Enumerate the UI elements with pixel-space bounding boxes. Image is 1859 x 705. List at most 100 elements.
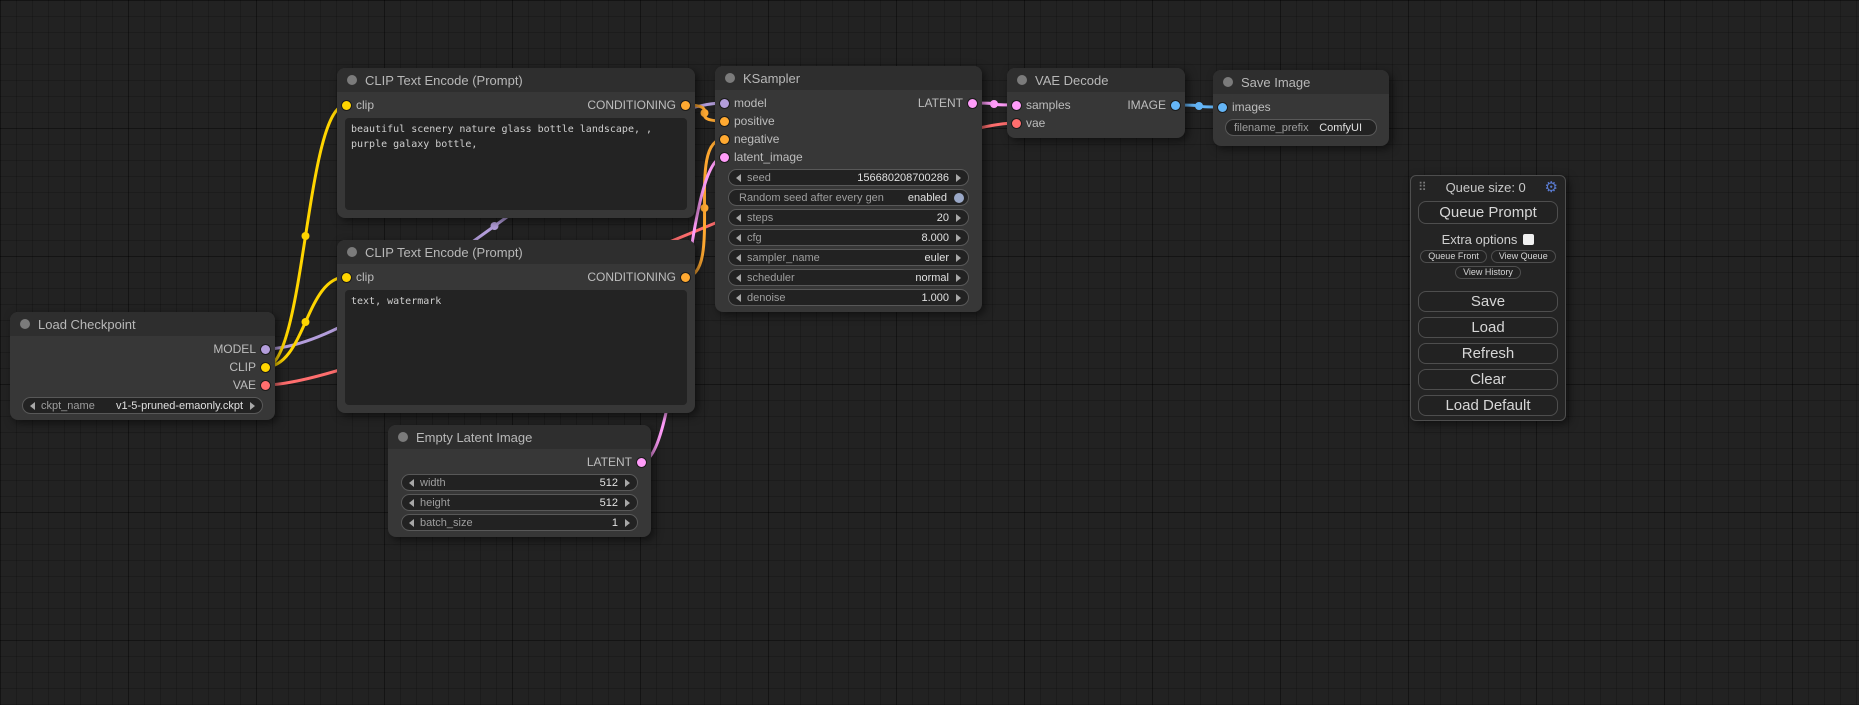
input-slot-model[interactable]: model	[720, 94, 767, 112]
positive-input-dot-icon[interactable]	[720, 117, 729, 126]
widget-ckpt-name[interactable]: ckpt_name v1-5-pruned-emaonly.ckpt	[22, 397, 263, 414]
widget-denoise[interactable]: denoise 1.000	[728, 289, 969, 306]
vae-input-dot-icon[interactable]	[1012, 119, 1021, 128]
decrement-arrow-icon[interactable]	[409, 499, 414, 507]
decrement-arrow-icon[interactable]	[736, 294, 741, 302]
latent-image-input-dot-icon[interactable]	[720, 153, 729, 162]
save-button[interactable]: Save	[1418, 291, 1558, 312]
increment-arrow-icon[interactable]	[250, 402, 255, 410]
node-vae-decode[interactable]: VAE Decode samples IMAGE vae	[1007, 68, 1185, 138]
increment-arrow-icon[interactable]	[956, 274, 961, 282]
vae-output-dot-icon[interactable]	[261, 381, 270, 390]
conditioning-output-dot-icon[interactable]	[681, 101, 690, 110]
decrement-arrow-icon[interactable]	[30, 402, 35, 410]
settings-gear-icon[interactable]: ⚙	[1545, 180, 1558, 195]
refresh-button[interactable]: Refresh	[1418, 343, 1558, 364]
decrement-arrow-icon[interactable]	[736, 214, 741, 222]
decrement-arrow-icon[interactable]	[736, 274, 741, 282]
increment-arrow-icon[interactable]	[956, 174, 961, 182]
input-slot-clip[interactable]: clip	[342, 268, 374, 286]
queue-prompt-button[interactable]: Queue Prompt	[1418, 201, 1558, 224]
node-empty-latent-image[interactable]: Empty Latent Image LATENT width 512 heig…	[388, 425, 651, 537]
node-clip-text-encode-negative[interactable]: CLIP Text Encode (Prompt) clip CONDITION…	[337, 240, 695, 413]
widget-seed[interactable]: seed 156680208700286	[728, 169, 969, 186]
widget-scheduler[interactable]: scheduler normal	[728, 269, 969, 286]
negative-input-dot-icon[interactable]	[720, 135, 729, 144]
node-titlebar[interactable]: CLIP Text Encode (Prompt)	[337, 68, 695, 92]
increment-arrow-icon[interactable]	[956, 214, 961, 222]
extra-options-checkbox[interactable]	[1523, 234, 1534, 245]
node-titlebar[interactable]: CLIP Text Encode (Prompt)	[337, 240, 695, 264]
clip-input-dot-icon[interactable]	[342, 273, 351, 282]
input-slot-positive[interactable]: positive	[720, 112, 775, 130]
output-slot-model[interactable]: MODEL	[213, 340, 270, 358]
widget-batch-size[interactable]: batch_size 1	[401, 514, 638, 531]
widget-steps[interactable]: steps 20	[728, 209, 969, 226]
output-slot-latent[interactable]: LATENT	[587, 453, 646, 471]
node-graph-canvas[interactable]: Load Checkpoint MODEL CLIP VAE	[0, 0, 1859, 705]
input-slot-clip[interactable]: clip	[342, 96, 374, 114]
collapse-dot-icon[interactable]	[347, 75, 357, 85]
widget-height[interactable]: height 512	[401, 494, 638, 511]
queue-front-button[interactable]: Queue Front	[1420, 250, 1487, 263]
increment-arrow-icon[interactable]	[956, 294, 961, 302]
output-slot-vae[interactable]: VAE	[233, 376, 270, 394]
clear-button[interactable]: Clear	[1418, 369, 1558, 390]
node-ksampler[interactable]: KSampler model LATENT positive	[715, 66, 982, 312]
collapse-dot-icon[interactable]	[1017, 75, 1027, 85]
decrement-arrow-icon[interactable]	[409, 479, 414, 487]
decrement-arrow-icon[interactable]	[736, 234, 741, 242]
node-clip-text-encode-positive[interactable]: CLIP Text Encode (Prompt) clip CONDITION…	[337, 68, 695, 218]
collapse-dot-icon[interactable]	[1223, 77, 1233, 87]
widget-width[interactable]: width 512	[401, 474, 638, 491]
input-slot-vae[interactable]: vae	[1012, 114, 1045, 132]
collapse-dot-icon[interactable]	[347, 247, 357, 257]
drag-handle-icon[interactable]: ⠿	[1418, 180, 1427, 194]
output-slot-conditioning[interactable]: CONDITIONING	[587, 268, 690, 286]
clip-output-dot-icon[interactable]	[261, 363, 270, 372]
increment-arrow-icon[interactable]	[625, 499, 630, 507]
node-titlebar[interactable]: Empty Latent Image	[388, 425, 651, 449]
node-titlebar[interactable]: VAE Decode	[1007, 68, 1185, 92]
node-titlebar[interactable]: KSampler	[715, 66, 982, 90]
image-output-dot-icon[interactable]	[1171, 101, 1180, 110]
collapse-dot-icon[interactable]	[398, 432, 408, 442]
clip-input-dot-icon[interactable]	[342, 101, 351, 110]
decrement-arrow-icon[interactable]	[736, 254, 741, 262]
toggle-knob-icon[interactable]	[954, 193, 964, 203]
prompt-textarea[interactable]: text, watermark	[345, 290, 687, 405]
input-slot-negative[interactable]: negative	[720, 130, 779, 148]
widget-cfg[interactable]: cfg 8.000	[728, 229, 969, 246]
increment-arrow-icon[interactable]	[625, 479, 630, 487]
prompt-textarea[interactable]: beautiful scenery nature glass bottle la…	[345, 118, 687, 210]
view-history-button[interactable]: View History	[1455, 266, 1521, 279]
node-titlebar[interactable]: Save Image	[1213, 70, 1389, 94]
view-queue-button[interactable]: View Queue	[1491, 250, 1556, 263]
increment-arrow-icon[interactable]	[625, 519, 630, 527]
output-slot-image[interactable]: IMAGE	[1127, 96, 1180, 114]
widget-sampler-name[interactable]: sampler_name euler	[728, 249, 969, 266]
input-slot-samples[interactable]: samples	[1012, 96, 1071, 114]
increment-arrow-icon[interactable]	[956, 254, 961, 262]
node-titlebar[interactable]: Load Checkpoint	[10, 312, 275, 336]
load-default-button[interactable]: Load Default	[1418, 395, 1558, 416]
output-slot-clip[interactable]: CLIP	[229, 358, 270, 376]
conditioning-output-dot-icon[interactable]	[681, 273, 690, 282]
samples-input-dot-icon[interactable]	[1012, 101, 1021, 110]
input-slot-latent-image[interactable]: latent_image	[720, 148, 803, 166]
load-button[interactable]: Load	[1418, 317, 1558, 338]
decrement-arrow-icon[interactable]	[409, 519, 414, 527]
widget-random-seed-toggle[interactable]: Random seed after every gen enabled	[728, 189, 969, 206]
increment-arrow-icon[interactable]	[956, 234, 961, 242]
collapse-dot-icon[interactable]	[725, 73, 735, 83]
model-input-dot-icon[interactable]	[720, 99, 729, 108]
node-load-checkpoint[interactable]: Load Checkpoint MODEL CLIP VAE	[10, 312, 275, 420]
node-save-image[interactable]: Save Image images filename_prefix ComfyU…	[1213, 70, 1389, 146]
widget-filename-prefix[interactable]: filename_prefix ComfyUI	[1225, 119, 1377, 136]
input-slot-images[interactable]: images	[1218, 98, 1271, 116]
collapse-dot-icon[interactable]	[20, 319, 30, 329]
images-input-dot-icon[interactable]	[1218, 103, 1227, 112]
output-slot-latent[interactable]: LATENT	[918, 94, 977, 112]
latent-output-dot-icon[interactable]	[968, 99, 977, 108]
decrement-arrow-icon[interactable]	[736, 174, 741, 182]
